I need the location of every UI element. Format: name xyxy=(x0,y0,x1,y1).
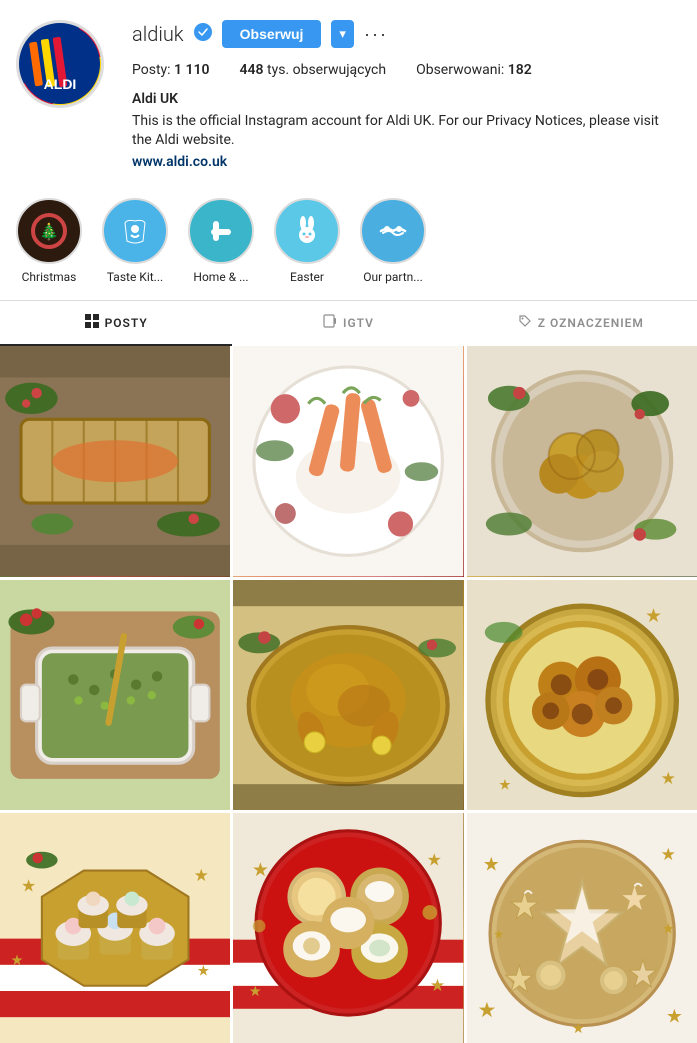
story-item-christmas[interactable]: 🎄 Christmas xyxy=(16,198,82,284)
grid-cell-3[interactable] xyxy=(467,346,697,576)
svg-text:★: ★ xyxy=(194,866,209,886)
grid-image-9: ★ ★ ★ ★ ★ ★ ★ xyxy=(467,813,697,1043)
tab-igtv-label: IGTV xyxy=(343,316,374,330)
igtv-icon xyxy=(323,313,337,332)
svg-text:★: ★ xyxy=(482,854,499,876)
grid-cell-5[interactable] xyxy=(233,580,463,810)
grid-image-7: ★ ★ ★ ★ xyxy=(0,813,230,1043)
following-count: 182 xyxy=(508,62,532,78)
posts-count: 1 110 xyxy=(174,62,209,78)
svg-text:★: ★ xyxy=(660,845,675,865)
bio-text: This is the official Instagram account f… xyxy=(132,112,681,151)
grid-image-3 xyxy=(467,346,697,576)
tabs-section: POSTY IGTV Z OZNACZENIEM xyxy=(0,300,697,346)
story-label-home: Home & ... xyxy=(193,270,248,284)
photo-grid: ★ ★ ★ xyxy=(0,346,697,1043)
following-stat[interactable]: Obserwowani: 182 xyxy=(416,62,532,78)
grid-cell-8[interactable]: ★ ★ ★ ★ xyxy=(233,813,463,1043)
grid-image-2 xyxy=(233,346,463,576)
story-label-partners: Our partn... xyxy=(363,270,423,284)
story-item-partners[interactable]: Our partn... xyxy=(360,198,426,284)
followers-label: tys. obserwujących xyxy=(267,62,386,78)
follow-dropdown-button[interactable]: ▾ xyxy=(331,20,354,48)
story-circle-home xyxy=(188,198,254,264)
tab-posts[interactable]: POSTY xyxy=(0,301,232,346)
story-circle-easter xyxy=(274,198,340,264)
story-circle-christmas: 🎄 xyxy=(16,198,82,264)
story-label-easter: Easter xyxy=(290,270,324,284)
tab-tagged[interactable]: Z OZNACZENIEM xyxy=(465,301,697,346)
bio-section: Aldi UK This is the official Instagram a… xyxy=(132,90,681,172)
story-label-taste-kit: Taste Kit... xyxy=(107,270,163,284)
tab-igtv[interactable]: IGTV xyxy=(232,301,464,346)
bio-name: Aldi UK xyxy=(132,90,681,110)
story-label-christmas: Christmas xyxy=(22,270,77,284)
svg-text:★: ★ xyxy=(493,928,504,943)
verified-icon xyxy=(194,23,212,45)
posts-stat: Posty: 1 110 xyxy=(132,62,210,78)
profile-header: ALDI aldiuk Obserwuj ▾ ··· Posty: 1 110 … xyxy=(0,0,697,182)
story-item-home[interactable]: Home & ... xyxy=(188,198,254,284)
more-options-button[interactable]: ··· xyxy=(364,24,388,45)
svg-text:★: ★ xyxy=(430,976,445,996)
posts-label: Posty: xyxy=(132,62,171,78)
grid-image-8: ★ ★ ★ ★ xyxy=(233,813,463,1043)
avatar[interactable]: ALDI xyxy=(16,20,104,108)
svg-text:★: ★ xyxy=(645,605,662,627)
svg-text:★: ★ xyxy=(660,769,675,789)
grid-cell-6[interactable]: ★ ★ ★ xyxy=(467,580,697,810)
story-circle-taste-kit xyxy=(102,198,168,264)
svg-text:ALDI: ALDI xyxy=(44,76,77,92)
tag-icon xyxy=(518,313,532,332)
grid-cell-2[interactable] xyxy=(233,346,463,576)
story-item-taste-kit[interactable]: Taste Kit... xyxy=(102,198,168,284)
bio-link[interactable]: www.aldi.co.uk xyxy=(132,154,227,170)
grid-cell-7[interactable]: ★ ★ ★ ★ xyxy=(0,813,230,1043)
svg-text:★: ★ xyxy=(477,999,496,1023)
profile-info: aldiuk Obserwuj ▾ ··· Posty: 1 110 448 t… xyxy=(132,20,681,172)
svg-text:★: ★ xyxy=(498,775,511,793)
grid-cell-9[interactable]: ★ ★ ★ ★ ★ ★ ★ xyxy=(467,813,697,1043)
svg-text:★: ★ xyxy=(197,961,210,979)
svg-text:★: ★ xyxy=(21,877,36,897)
svg-text:★: ★ xyxy=(252,859,269,881)
following-label: Obserwowani: xyxy=(416,62,504,78)
stats-row: Posty: 1 110 448 tys. obserwujących Obse… xyxy=(132,62,681,78)
username: aldiuk xyxy=(132,22,184,46)
grid-icon xyxy=(85,313,99,332)
svg-text:★: ★ xyxy=(571,1019,584,1037)
profile-top-row: aldiuk Obserwuj ▾ ··· xyxy=(132,20,681,48)
follow-button[interactable]: Obserwuj xyxy=(222,20,322,48)
grid-image-1 xyxy=(0,346,230,576)
grid-cell-1[interactable] xyxy=(0,346,230,576)
svg-text:★: ★ xyxy=(10,951,23,969)
svg-text:★: ★ xyxy=(249,982,262,1000)
stories-section: 🎄 Christmas Taste Kit... Home & ... xyxy=(0,182,697,292)
followers-count: 448 xyxy=(240,62,264,78)
svg-text:🎄: 🎄 xyxy=(39,222,59,241)
grid-image-4 xyxy=(0,580,230,810)
tab-posts-label: POSTY xyxy=(105,316,148,330)
story-circle-partners xyxy=(360,198,426,264)
story-item-easter[interactable]: Easter xyxy=(274,198,340,284)
grid-image-6: ★ ★ ★ xyxy=(467,580,697,810)
svg-text:★: ★ xyxy=(427,850,442,870)
followers-stat[interactable]: 448 tys. obserwujących xyxy=(240,62,387,78)
svg-text:★: ★ xyxy=(661,919,674,937)
grid-image-5 xyxy=(233,580,463,810)
svg-text:★: ★ xyxy=(666,1005,683,1027)
grid-cell-4[interactable] xyxy=(0,580,230,810)
tab-tagged-label: Z OZNACZENIEM xyxy=(538,316,644,330)
